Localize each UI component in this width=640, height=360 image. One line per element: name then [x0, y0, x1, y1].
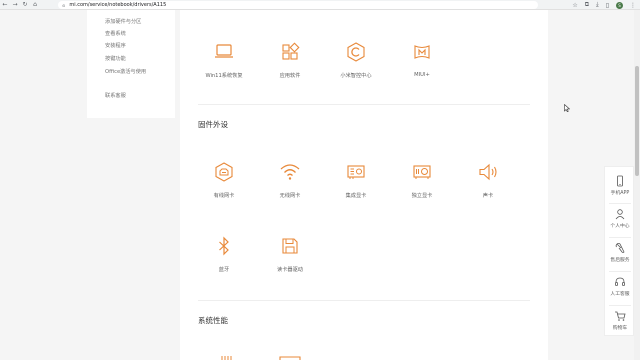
page-scrollbar[interactable]: [634, 10, 640, 360]
driver-card-apps[interactable]: 应用软件: [260, 40, 320, 79]
mouse-cursor-icon: [564, 104, 570, 112]
float-item-profile[interactable]: 个人中心: [605, 208, 635, 229]
left-menu-item[interactable]: Office激活与使用: [105, 68, 146, 75]
menu-icon[interactable]: ⋮: [630, 2, 636, 9]
reload-icon[interactable]: ↻: [20, 0, 30, 10]
driver-card-ethernet[interactable]: 有线网卡: [194, 160, 254, 199]
driver-card-label: 应用软件: [279, 73, 301, 79]
apps-grid-icon: [282, 42, 300, 60]
ethernet-icon: [215, 162, 233, 182]
download-icon[interactable]: ⤓: [596, 1, 599, 9]
driver-card-label: 无线网卡: [279, 193, 301, 199]
section-divider: [198, 300, 530, 301]
driver-card-win11-recovery[interactable]: Win11系统恢复: [194, 40, 254, 79]
driver-card-miui-plus[interactable]: MIUI+: [392, 40, 452, 78]
miui-plus-icon: [414, 45, 430, 59]
wrench-icon: [615, 243, 625, 253]
driver-card-card-reader[interactable]: 读卡器驱动: [260, 234, 320, 273]
driver-card-label: 独立显卡: [411, 193, 433, 199]
float-item-label: 购物车: [612, 326, 628, 331]
float-item-label: 售后服务: [610, 258, 630, 263]
driver-card-label: MIUI+: [414, 72, 430, 78]
float-divider: [609, 203, 631, 204]
speaker-icon: [479, 163, 497, 181]
left-menu-item[interactable]: 添加硬件与分区: [105, 18, 141, 25]
forward-icon[interactable]: →: [10, 0, 20, 10]
driver-card-integrated-gpu[interactable]: 集成显卡: [326, 160, 386, 199]
hexagon-c-icon: [347, 42, 365, 62]
url-text: mi.com/service/notebook/drivers/A115: [69, 2, 167, 8]
float-divider: [609, 305, 631, 306]
cart-icon: [615, 311, 626, 321]
home-icon[interactable]: ⌂: [30, 0, 40, 10]
browser-toolbar: ← → ↻ ⌂ ⊙ mi.com/service/notebook/driver…: [0, 0, 640, 10]
driver-card-wifi[interactable]: 无线网卡: [260, 160, 320, 199]
laptop-icon: [215, 44, 233, 58]
sd-card-icon: [282, 238, 298, 254]
section-title-performance: 系统性能: [198, 316, 228, 325]
back-icon[interactable]: ←: [0, 0, 10, 10]
headset-icon: [615, 277, 625, 286]
float-item-cart[interactable]: 购物车: [605, 310, 635, 331]
driver-card-sound[interactable]: 声卡: [458, 160, 518, 199]
driver-card-label: 蓝牙: [218, 267, 230, 273]
profile-avatar[interactable]: S: [616, 1, 623, 9]
section-divider: [198, 104, 530, 105]
driver-card-label: 小米智控中心: [340, 73, 372, 79]
float-item-label: 手机APP: [610, 191, 630, 196]
left-menu-item[interactable]: 安装程序: [105, 42, 126, 49]
wifi-icon: [280, 164, 300, 180]
float-item-after-sales[interactable]: 售后服务: [605, 242, 635, 263]
driver-card-discrete-gpu[interactable]: 独立显卡: [392, 160, 452, 199]
phone-icon: [617, 175, 623, 187]
driver-card-bluetooth[interactable]: 蓝牙: [194, 234, 254, 273]
float-item-label: 个人中心: [610, 224, 630, 229]
discrete-gpu-icon: [413, 165, 431, 179]
floating-service-bar: 手机APP 个人中心 售后服务 人工客服 购物车: [604, 166, 634, 336]
float-divider: [609, 237, 631, 238]
driver-card-smart-center[interactable]: 小米智控中心: [326, 40, 386, 79]
float-divider: [609, 271, 631, 272]
left-menu-item[interactable]: 按键功能: [105, 55, 126, 62]
left-menu-item[interactable]: 联系客服: [105, 92, 126, 99]
float-item-live-support[interactable]: 人工客服: [605, 276, 635, 297]
monitor-icon: [279, 356, 301, 360]
driver-card-label: 读卡器驱动: [277, 267, 303, 273]
user-icon: [615, 209, 625, 220]
address-bar[interactable]: ⊙ mi.com/service/notebook/drivers/A115: [58, 1, 538, 9]
left-menu: 添加硬件与分区 查看系统 安装程序 按键功能 Office激活与使用 联系客服: [87, 10, 175, 118]
driver-card-label: Win11系统恢复: [205, 73, 243, 79]
scrollbar-thumb[interactable]: [635, 66, 639, 176]
bookmark-star-icon[interactable]: ☆: [572, 2, 577, 9]
left-menu-item[interactable]: 查看系统: [105, 30, 126, 37]
driver-card-label: 声卡: [482, 193, 494, 199]
extensions-icon[interactable]: ⧉: [585, 1, 589, 9]
driver-card-label: 有线网卡: [213, 193, 235, 199]
driver-card-label: 集成显卡: [345, 193, 367, 199]
float-item-label: 人工客服: [610, 292, 630, 297]
cpu-icon: [221, 356, 232, 360]
driver-content: Win11系统恢复 应用软件 小米智控中心 MIUI+ 固件外设 有线网卡 无线…: [180, 10, 548, 360]
sidebar-icon[interactable]: ▯: [606, 2, 609, 9]
site-info-icon[interactable]: ⊙: [62, 3, 65, 8]
section-title-firmware: 固件外设: [198, 120, 228, 129]
bluetooth-icon: [219, 236, 229, 256]
integrated-gpu-icon: [347, 165, 365, 179]
float-item-app[interactable]: 手机APP: [605, 175, 635, 196]
